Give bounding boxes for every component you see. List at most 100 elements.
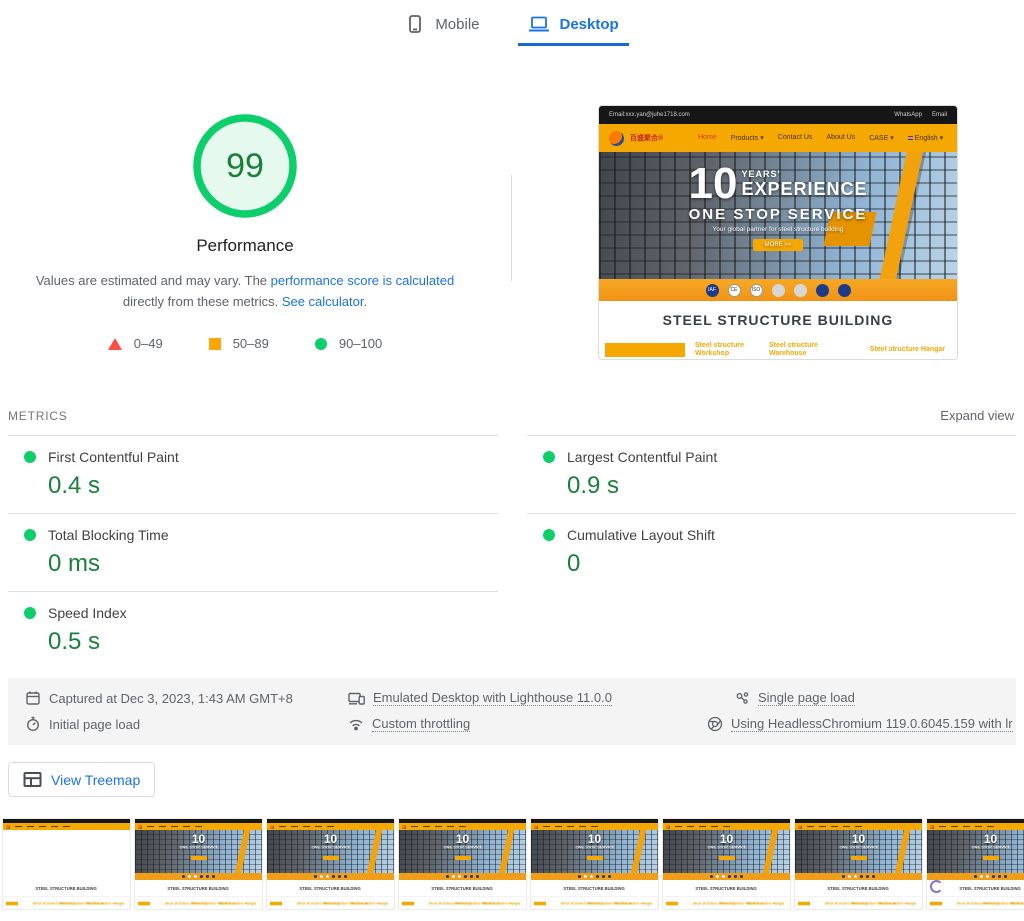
mini-hero: 10 ONE STOP SERVICE xyxy=(267,830,394,880)
metrics-grid: First Contentful Paint 0.4 s Total Block… xyxy=(8,435,1016,669)
metric-value: 0.5 s xyxy=(48,628,498,656)
filmstrip-frame: 10 ONE STOP SERVICE STEEL STRUCTURE BUIL… xyxy=(926,818,1024,910)
mini-logo-icon xyxy=(930,825,934,829)
tab-active-underline xyxy=(518,43,629,46)
site-hero-text: 10 YEARS' EXPERIENCE ONE STOP SERVICE Yo… xyxy=(599,164,957,251)
metric-label: First Contentful Paint xyxy=(48,449,179,465)
metrics-left-column: First Contentful Paint 0.4 s Total Block… xyxy=(8,435,498,669)
mini-hero: 10 ONE STOP SERVICE xyxy=(795,830,922,880)
mobile-phone-icon xyxy=(405,14,425,34)
mini-more-button xyxy=(983,856,999,860)
mini-section-title: STEEL STRUCTURE BUILDING xyxy=(135,880,262,896)
site-email: Email:xxx.yan@juhe1718.com xyxy=(609,112,690,118)
pagespeed-report: Mobile Desktop 99 Performance Values are… xyxy=(0,0,1024,921)
performance-label: Performance xyxy=(0,236,490,256)
filmstrip-frame: 10 ONE STOP SERVICE STEEL STRUCTURE BUIL… xyxy=(530,818,659,910)
single-page-load[interactable]: Single page load xyxy=(735,690,855,706)
mini-navbar xyxy=(795,823,922,830)
mini-hero-service: ONE STOP SERVICE xyxy=(267,845,394,850)
legend-pass: 90–100 xyxy=(315,336,382,351)
single-page-load-text: Single page load xyxy=(758,690,855,706)
average-square-icon xyxy=(209,338,221,350)
see-calculator-link[interactable]: See calculator xyxy=(282,294,364,309)
mini-logo-icon xyxy=(6,825,10,829)
performance-score: 99 xyxy=(193,114,297,218)
site-topbar: Email:xxx.yan@juhe1718.com WhatsApp Emai… xyxy=(599,106,957,124)
metric-total-blocking-time: Total Blocking Time 0 ms xyxy=(8,513,498,591)
mini-orange-block xyxy=(534,902,546,906)
performance-gauge[interactable]: 99 xyxy=(193,114,297,218)
custom-throttling-text: Custom throttling xyxy=(372,716,470,732)
loading-spinner-icon xyxy=(930,880,943,893)
mini-hero-number: 10 xyxy=(795,834,922,845)
mini-badge-band xyxy=(927,873,1024,880)
mini-hero-number: 10 xyxy=(663,834,790,845)
site-section-title: STEEL STRUCTURE BUILDING xyxy=(599,301,957,339)
mini-hero-service: ONE STOP SERVICE xyxy=(135,845,262,850)
mini-logo-icon xyxy=(666,825,670,829)
metric-value: 0.4 s xyxy=(48,472,498,500)
mini-links-row: Steel structure WorkshopSteel structure … xyxy=(531,896,658,910)
tab-desktop[interactable]: Desktop xyxy=(524,8,623,46)
initial-page-load-text: Initial page load xyxy=(49,717,140,732)
score-disclaimer: Values are estimated and may vary. The p… xyxy=(22,270,468,312)
expand-view-button[interactable]: Expand view xyxy=(940,408,1014,423)
pass-dot-icon xyxy=(24,607,36,619)
mini-hero-number: 10 xyxy=(267,834,394,845)
mini-hero-service: ONE STOP SERVICE xyxy=(663,845,790,850)
pass-dot-icon xyxy=(543,529,555,541)
chromium-version[interactable]: Using HeadlessChromium 119.0.6045.159 wi… xyxy=(707,716,1013,732)
score-calculation-link[interactable]: performance score is calculated xyxy=(271,273,455,288)
mini-badge-band xyxy=(267,873,394,880)
mini-orange-block xyxy=(402,902,414,906)
site-hero: 10 YEARS' EXPERIENCE ONE STOP SERVICE Yo… xyxy=(599,152,957,301)
stopwatch-icon xyxy=(25,716,41,732)
mini-badge-band xyxy=(795,873,922,880)
mini-badge-band xyxy=(531,873,658,880)
site-navbar: 百盛聚合® HomeProducts ▾Contact UsAbout UsCA… xyxy=(599,124,957,152)
calendar-icon xyxy=(25,690,41,706)
mini-logo-icon xyxy=(270,825,274,829)
site-logo-text: 百盛聚合® xyxy=(630,135,664,142)
legend-fail: 0–49 xyxy=(108,336,163,351)
site-nav-item: Products ▾ xyxy=(731,134,764,142)
captured-at-text: Captured at Dec 3, 2023, 1:43 AM GMT+8 xyxy=(49,691,293,706)
chrome-icon xyxy=(707,716,723,732)
mini-orange-block xyxy=(930,902,942,906)
site-links-row: Steel structure Workshop Steel structure… xyxy=(599,339,957,360)
metric-label: Largest Contentful Paint xyxy=(567,449,717,465)
mini-orange-block xyxy=(270,902,282,906)
tab-mobile[interactable]: Mobile xyxy=(401,8,483,46)
certification-badge-icon xyxy=(794,284,807,297)
treemap-icon xyxy=(23,771,42,788)
mini-badge-band xyxy=(135,873,262,880)
mini-navbar xyxy=(927,823,1024,830)
site-nav-item: About Us xyxy=(826,134,855,142)
filmstrip-frame: 10 ONE STOP SERVICE STEEL STRUCTURE BUIL… xyxy=(2,818,131,910)
certification-badge-icon: ISO xyxy=(750,284,763,297)
filmstrip-frame: 10 ONE STOP SERVICE STEEL STRUCTURE BUIL… xyxy=(398,818,527,910)
custom-throttling[interactable]: Custom throttling xyxy=(348,716,470,732)
metric-label: Cumulative Layout Shift xyxy=(567,527,715,543)
mini-hero-number: 10 xyxy=(927,834,1024,845)
mini-hero: 10 ONE STOP SERVICE xyxy=(3,830,130,880)
mini-links-row: Steel structure WorkshopSteel structure … xyxy=(267,896,394,910)
site-nav-item: Home xyxy=(698,134,717,142)
mini-links-row: Steel structure WorkshopSteel structure … xyxy=(3,896,130,910)
mini-hero-number: 10 xyxy=(399,834,526,845)
certification-badge-icon: CE xyxy=(728,284,741,297)
mini-logo-icon xyxy=(402,825,406,829)
site-whatsapp-label: WhatsApp xyxy=(894,112,922,118)
view-treemap-button[interactable]: View Treemap xyxy=(8,762,155,797)
mini-badge-band xyxy=(399,873,526,880)
metric-value: 0.9 s xyxy=(567,472,1016,500)
filmstrip: 10 ONE STOP SERVICE STEEL STRUCTURE BUIL… xyxy=(2,818,1024,910)
mini-hero-number: 10 xyxy=(531,834,658,845)
pass-dot-icon xyxy=(24,529,36,541)
desktop-laptop-icon xyxy=(528,14,550,34)
mini-orange-block xyxy=(798,902,810,906)
certification-badge-icon xyxy=(816,284,829,297)
mini-navbar xyxy=(135,823,262,830)
emulated-device[interactable]: Emulated Desktop with Lighthouse 11.0.0 xyxy=(348,690,612,706)
single-page-icon xyxy=(735,691,750,706)
